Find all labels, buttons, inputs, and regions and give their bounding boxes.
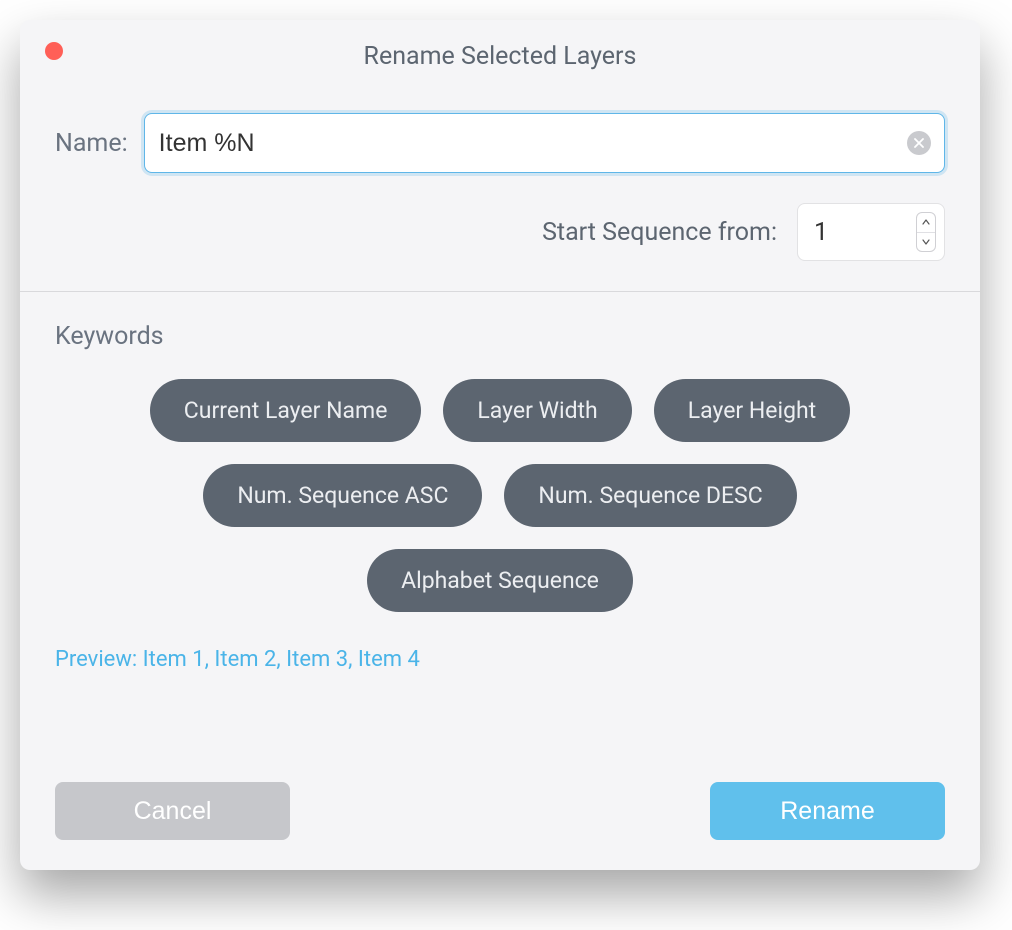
bottom-buttons: Cancel Rename [20, 758, 980, 870]
stepper-down-button[interactable] [917, 233, 935, 252]
preview-text: Preview: Item 1, Item 2, Item 3, Item 4 [20, 612, 980, 672]
cancel-button[interactable]: Cancel [55, 782, 290, 840]
chevron-up-icon [922, 219, 930, 225]
pill-layer-width[interactable]: Layer Width [443, 379, 631, 442]
name-label: Name: [55, 129, 128, 158]
keywords-section: Keywords Current Layer Name Layer Width … [20, 292, 980, 612]
sequence-label: Start Sequence from: [542, 218, 777, 247]
stepper-arrows [916, 212, 936, 252]
pill-layer-height[interactable]: Layer Height [654, 379, 850, 442]
keywords-title: Keywords [55, 322, 945, 351]
clear-input-button[interactable] [907, 131, 931, 155]
name-input-wrapper [144, 113, 945, 173]
form-section: Name: Start Sequence from: 1 [20, 71, 980, 291]
name-input[interactable] [144, 113, 945, 173]
sequence-stepper[interactable]: 1 [797, 203, 945, 261]
sequence-value: 1 [814, 218, 828, 247]
pills-container: Current Layer Name Layer Width Layer Hei… [55, 379, 945, 612]
pill-num-sequence-asc[interactable]: Num. Sequence ASC [203, 464, 482, 527]
pill-current-layer-name[interactable]: Current Layer Name [150, 379, 422, 442]
sequence-row: Start Sequence from: 1 [55, 203, 945, 261]
pill-alphabet-sequence[interactable]: Alphabet Sequence [367, 549, 633, 612]
close-window-button[interactable] [45, 42, 63, 60]
stepper-up-button[interactable] [917, 213, 935, 233]
chevron-down-icon [922, 239, 930, 245]
name-row: Name: [55, 113, 945, 173]
dialog-window: Rename Selected Layers Name: Start Seque… [20, 20, 980, 870]
rename-button[interactable]: Rename [710, 782, 945, 840]
pill-num-sequence-desc[interactable]: Num. Sequence DESC [504, 464, 796, 527]
dialog-title: Rename Selected Layers [20, 20, 980, 71]
close-icon [914, 138, 924, 148]
